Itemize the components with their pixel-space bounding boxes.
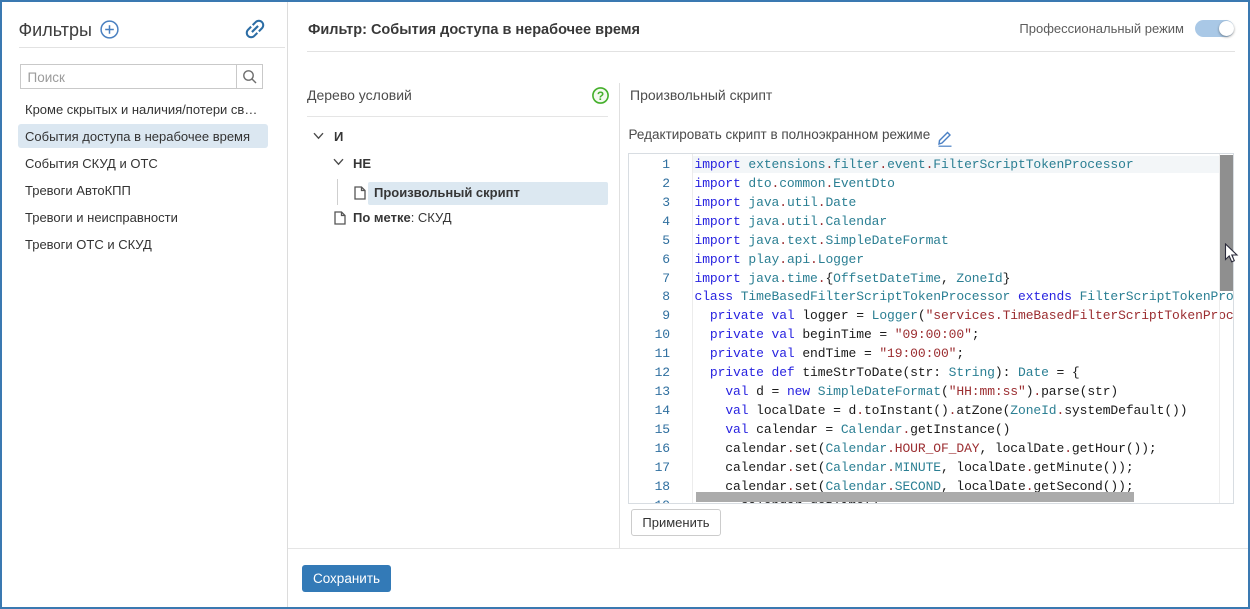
svg-text:?: ? <box>596 89 603 103</box>
